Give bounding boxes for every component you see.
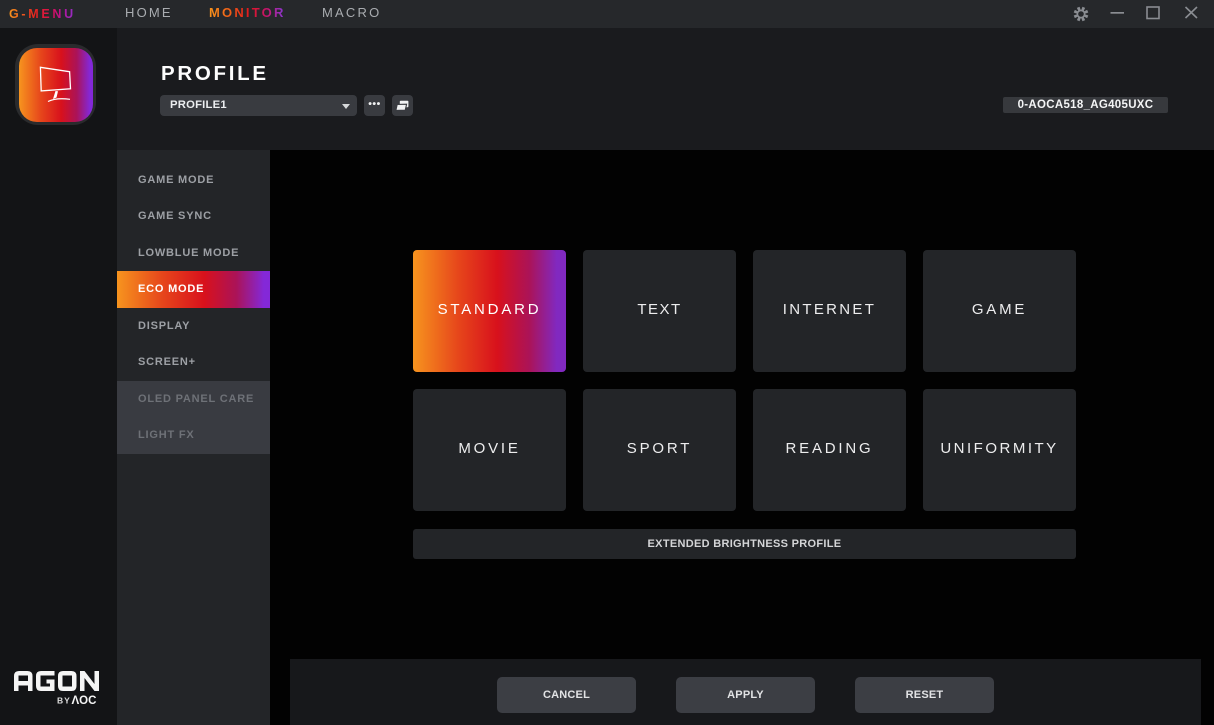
- svg-text:BY: BY: [57, 696, 71, 706]
- svg-text:ΛOC: ΛOC: [72, 695, 97, 707]
